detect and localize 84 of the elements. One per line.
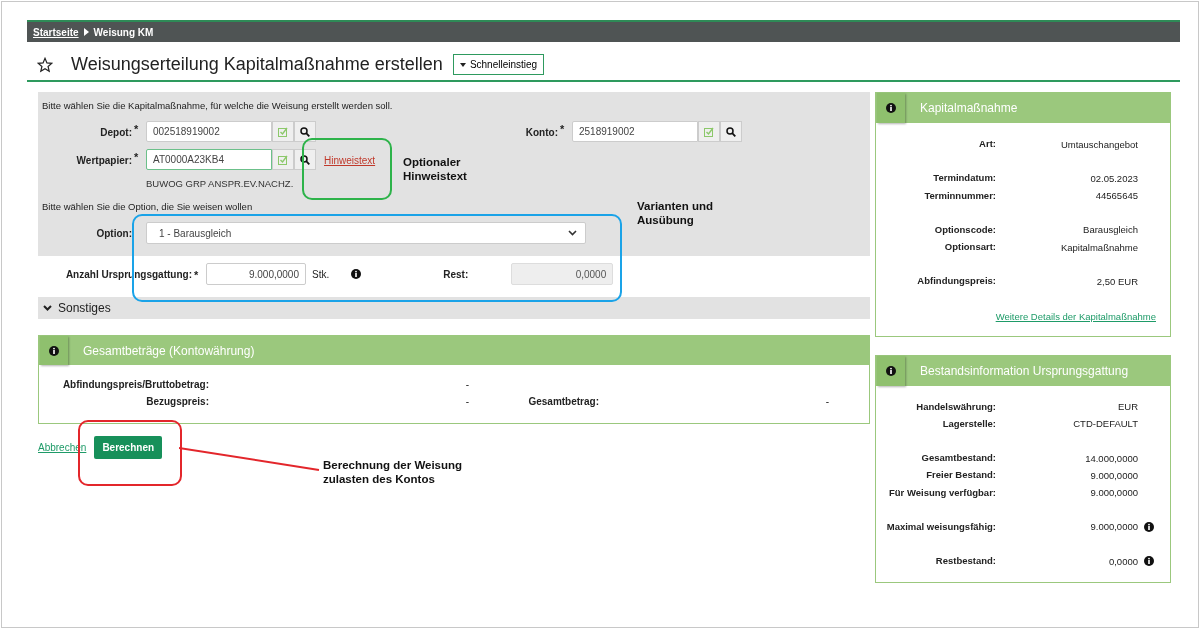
search-icon [300, 126, 310, 137]
quantity-field[interactable]: 9.000,0000 [206, 263, 306, 285]
info-value: 9.000,0000 [1089, 487, 1138, 499]
info-label: Optionsart: [943, 240, 996, 254]
info-value: 14.000,0000 [1084, 452, 1138, 464]
panel-title: Bestandsinformation Ursprungsgattung [920, 363, 1129, 378]
required-mark: * [194, 269, 199, 281]
info-value: 9.000,0000 [1089, 469, 1138, 481]
annotation-text: Optionaler Hinweistext [403, 155, 468, 184]
info-value: 0,0000 [1107, 555, 1138, 567]
check-icon [704, 126, 714, 137]
caret-icon [83, 28, 89, 36]
panel-title: Gesamtbeträge (Kontowährung) [83, 343, 255, 358]
total-label: Abfindungspreis/Bruttobetrag: [61, 379, 209, 390]
total-value: - [824, 396, 829, 407]
info-label: Gesamtbestand: [920, 451, 996, 465]
check-icon [278, 154, 288, 165]
required-mark: * [560, 123, 565, 135]
info-label: Für Weisung verfügbar: [888, 485, 996, 500]
field-label: Konto: [524, 126, 558, 138]
chevron-down-icon [43, 305, 52, 311]
section-toggle[interactable]: Sonstiges [38, 297, 870, 319]
search-button[interactable] [294, 121, 316, 142]
info-label: Terminnummer: [923, 188, 996, 203]
info-icon [886, 103, 896, 113]
search-icon [726, 126, 736, 137]
field-label: Depot: [99, 126, 132, 138]
instruction-text: Bitte wählen Sie die Option, die Sie weisen wollen [42, 201, 253, 212]
info-icon [351, 269, 362, 279]
breadcrumb-current: Weisung KM [93, 26, 154, 38]
annotation-text: Varianten und Ausübung [637, 199, 715, 228]
instruction-text: Bitte wählen Sie die Kapitalmaßnahme, für welche die Weisung erstellt werden soll. [42, 100, 393, 111]
field-label: Rest: [443, 268, 470, 280]
field-label: Wertpapier: [75, 154, 132, 166]
info-label: Freier Bestand: [925, 468, 996, 483]
text-field[interactable]: AT0000A23KB4 [146, 149, 272, 170]
text-field[interactable]: 2518919002 [572, 121, 698, 142]
calculate-button[interactable]: Berechnen [94, 436, 163, 459]
total-value: - [464, 396, 469, 407]
info-label: Abfindungspreis: [916, 274, 996, 289]
option-dropdown[interactable]: 1 - Barausgleich [146, 222, 586, 244]
breadcrumb-link[interactable]: Startseite [33, 26, 79, 38]
info-label: Optionscode: [933, 222, 996, 237]
check-icon [278, 126, 288, 137]
info-label: Restbestand: [934, 554, 996, 568]
security-name: BUWOG GRP ANSPR.EV.NACHZ. [146, 178, 294, 189]
info-icon [1144, 521, 1154, 532]
search-icon [300, 154, 310, 165]
quick-entry-button[interactable]: Schnelleinstieg [452, 54, 545, 75]
field-label: Option: [95, 227, 132, 239]
chevron-down-icon [568, 230, 577, 236]
total-value: - [464, 379, 469, 390]
info-value: Barausgleich [1082, 224, 1138, 236]
info-icon [1144, 556, 1154, 567]
text-field[interactable]: 002518919002 [146, 121, 272, 142]
info-value: 44565645 [1094, 190, 1138, 202]
search-button[interactable] [720, 121, 742, 142]
unit-label: Stk. [312, 268, 330, 280]
info-icon [886, 365, 896, 376]
required-mark: * [134, 151, 139, 163]
info-value: Umtauschangebot [1059, 138, 1138, 150]
details-link[interactable]: Weitere Details der Kapitalmaßnahme [886, 310, 1156, 322]
search-button[interactable] [294, 149, 316, 170]
caret-icon [459, 62, 466, 67]
info-label: Art: [978, 137, 996, 151]
hint-link[interactable]: Hinweistext [324, 155, 376, 166]
panel-title: Kapitalmaßnahme [920, 101, 1018, 115]
info-label: Lagerstelle: [941, 416, 996, 431]
info-label: Termindatum: [932, 171, 996, 186]
info-label: Handelswährung: [915, 399, 996, 414]
info-value: 02.05.2023 [1089, 172, 1138, 184]
info-value: EUR [1116, 401, 1138, 413]
annotation-text: Berechnung der Weisung zulasten des Kontos [323, 458, 464, 487]
info-value: 2,50 EUR [1095, 275, 1138, 287]
star-icon[interactable] [37, 56, 53, 73]
info-icon [49, 345, 59, 356]
total-label: Bezugspreis: [145, 396, 209, 407]
required-mark: * [134, 123, 139, 135]
info-value: Kapitalmaßnahme [1059, 241, 1138, 253]
total-label: Gesamtbetrag: [527, 396, 599, 407]
info-value: 9.000,0000 [1089, 521, 1138, 533]
info-value: CTD-DEFAULT [1072, 418, 1138, 430]
info-label: Maximal weisungsfähig: [886, 519, 996, 534]
page-title: Weisungserteilung Kapitalmaßnahme erstellen [71, 54, 443, 75]
